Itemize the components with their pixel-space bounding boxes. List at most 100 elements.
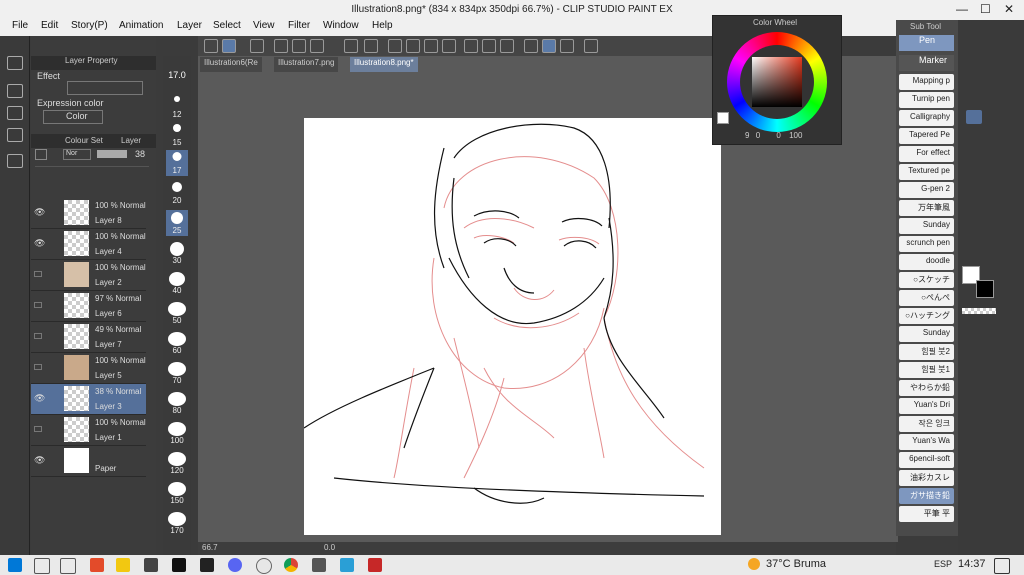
menu-file[interactable]: File bbox=[12, 20, 28, 31]
menu-layer[interactable]: Layer bbox=[177, 20, 202, 31]
hue-ring[interactable] bbox=[727, 32, 827, 132]
brush-preset[interactable]: ○スケッチ bbox=[899, 272, 954, 288]
layer-tools-row[interactable] bbox=[35, 166, 149, 178]
brush-preset[interactable]: doodle bbox=[899, 254, 954, 270]
layers-icon[interactable] bbox=[7, 128, 23, 142]
menu-filter[interactable]: Filter bbox=[288, 20, 310, 31]
visibility-toggle[interactable] bbox=[34, 302, 42, 308]
file-explorer-icon[interactable] bbox=[116, 558, 130, 572]
menu-view[interactable]: View bbox=[253, 20, 275, 31]
settings-icon[interactable] bbox=[584, 39, 598, 53]
brightness-icon[interactable] bbox=[406, 39, 420, 53]
layer-item-1[interactable]: 100 % Normal Layer 1 bbox=[31, 415, 146, 446]
sub-color[interactable] bbox=[976, 280, 994, 298]
clock[interactable]: 14:37 bbox=[958, 558, 986, 570]
layer-item-4[interactable]: 👁 100 % Normal Layer 4 bbox=[31, 229, 146, 260]
navigator-icon[interactable] bbox=[7, 154, 23, 168]
brush-size-170[interactable]: 170 bbox=[166, 510, 188, 536]
task-view-icon[interactable] bbox=[60, 558, 76, 574]
save-icon[interactable] bbox=[310, 39, 324, 53]
layer-item-7[interactable]: 49 % Normal Layer 7 bbox=[31, 322, 146, 353]
app-icon-blue[interactable] bbox=[340, 558, 354, 572]
deselect-icon[interactable] bbox=[500, 39, 514, 53]
brush-size-50[interactable]: 50 bbox=[166, 300, 188, 326]
saturation-square[interactable] bbox=[752, 57, 802, 107]
redo-icon[interactable] bbox=[364, 39, 378, 53]
brush-preset[interactable]: For effect bbox=[899, 146, 954, 162]
brush-preset-selected[interactable]: ガサ描き鉛 bbox=[899, 488, 954, 504]
brush-size-30[interactable]: 30 bbox=[166, 240, 188, 266]
layer-item-paper[interactable]: 👁 Paper bbox=[31, 446, 146, 477]
windows-start-icon[interactable] bbox=[8, 558, 22, 572]
tab-illustration8[interactable]: Illustration8.png* bbox=[350, 57, 418, 72]
store-icon[interactable] bbox=[144, 558, 158, 572]
clip-studio-icon[interactable] bbox=[312, 558, 326, 572]
brush-preset[interactable]: Textured pe bbox=[899, 164, 954, 180]
eye-icon[interactable]: 👁 bbox=[34, 393, 45, 404]
target-icon[interactable] bbox=[250, 39, 264, 53]
rotation-value[interactable]: 0.0 bbox=[324, 543, 335, 552]
drawing-canvas[interactable] bbox=[303, 118, 721, 535]
steam-icon[interactable] bbox=[256, 558, 272, 574]
weather-text[interactable]: 37°C Bruma bbox=[766, 558, 826, 570]
notification-icon[interactable] bbox=[994, 558, 1010, 574]
brush-preset[interactable]: 6pencil-soft bbox=[899, 452, 954, 468]
language-indicator[interactable]: ESP bbox=[934, 559, 952, 569]
app-icon-red[interactable] bbox=[368, 558, 382, 572]
blend-mode-icon[interactable] bbox=[35, 149, 47, 160]
menu-window[interactable]: Window bbox=[323, 20, 359, 31]
layer-actions-row[interactable] bbox=[35, 182, 149, 194]
marker-tool-button[interactable]: Marker bbox=[899, 55, 954, 71]
brush-preset[interactable]: Tapered Pe bbox=[899, 128, 954, 144]
pen-tool-button[interactable]: Pen bbox=[899, 35, 954, 51]
open-file-icon[interactable] bbox=[292, 39, 306, 53]
brush-preset[interactable]: Sunday bbox=[899, 218, 954, 234]
eye-icon[interactable]: 👁 bbox=[34, 455, 45, 466]
crop-icon[interactable] bbox=[524, 39, 538, 53]
selection-icon[interactable] bbox=[464, 39, 478, 53]
office-icon[interactable] bbox=[90, 558, 104, 572]
app-icon[interactable] bbox=[200, 558, 214, 572]
visibility-toggle[interactable] bbox=[34, 426, 42, 432]
brush-size-20[interactable]: 20 bbox=[166, 180, 188, 206]
chrome-icon[interactable] bbox=[284, 558, 298, 572]
expression-color-select[interactable]: Color bbox=[43, 110, 103, 124]
ruler-pen-icon[interactable] bbox=[542, 39, 556, 53]
eye-icon[interactable]: 👁 bbox=[34, 207, 45, 218]
brush-preset[interactable]: 힘필 붓2 bbox=[899, 344, 954, 360]
layer-item-2[interactable]: 100 % Normal Layer 2 bbox=[31, 260, 146, 291]
brush-preset[interactable]: 힘필 붓1 bbox=[899, 362, 954, 378]
undo-icon[interactable] bbox=[344, 39, 358, 53]
stack-icon[interactable] bbox=[7, 106, 23, 120]
brush-preset[interactable]: 油彩カスレ bbox=[899, 470, 954, 486]
layer-item-6[interactable]: 97 % Normal Layer 6 bbox=[31, 291, 146, 322]
brush-preset[interactable]: Sunday bbox=[899, 326, 954, 342]
brush-size-100[interactable]: 100 bbox=[166, 420, 188, 446]
brush-preset[interactable]: Mapping p bbox=[899, 74, 954, 90]
opacity-value[interactable]: 38 bbox=[135, 149, 145, 159]
brush-preset[interactable]: scrunch pen bbox=[899, 236, 954, 252]
brush-preset[interactable]: Turnip pen bbox=[899, 92, 954, 108]
brush-preset[interactable]: やわらか鉛 bbox=[899, 380, 954, 396]
close-button[interactable]: ✕ bbox=[1004, 2, 1014, 16]
menu-help[interactable]: Help bbox=[372, 20, 393, 31]
tab-layer[interactable]: Layer bbox=[121, 136, 141, 145]
brush-preset[interactable]: G-pen 2 bbox=[899, 182, 954, 198]
menu-edit[interactable]: Edit bbox=[41, 20, 58, 31]
visibility-toggle[interactable] bbox=[34, 333, 42, 339]
search-icon[interactable] bbox=[34, 558, 50, 574]
brush-preset[interactable]: ○ぺんぺ bbox=[899, 290, 954, 306]
brush-preset[interactable]: ○ハッチング bbox=[899, 308, 954, 324]
brush-preset[interactable]: Calligraphy bbox=[899, 110, 954, 126]
brush-size-15[interactable]: 15 bbox=[166, 122, 188, 148]
new-file-icon[interactable] bbox=[274, 39, 288, 53]
brush-size-60[interactable]: 60 bbox=[166, 330, 188, 356]
zoom-value[interactable]: 66.7 bbox=[202, 543, 218, 552]
maximize-button[interactable]: ☐ bbox=[980, 2, 991, 16]
layer-search-icon[interactable] bbox=[7, 84, 23, 98]
blend-mode-select[interactable]: Nor bbox=[63, 149, 91, 160]
main-color-swatch[interactable] bbox=[717, 112, 729, 124]
tab-illustration6[interactable]: Illustration6(Re bbox=[200, 57, 262, 72]
minimize-button[interactable]: — bbox=[956, 2, 968, 16]
select-all-icon[interactable] bbox=[482, 39, 496, 53]
